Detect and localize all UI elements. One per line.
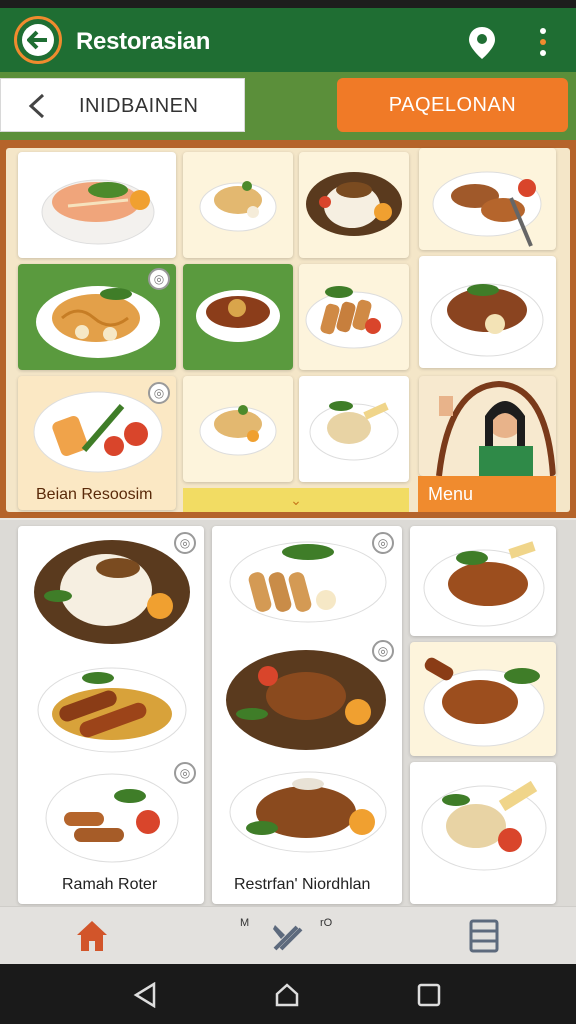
food-bowl-image [41,179,155,245]
app-title: Restorasian [76,28,211,55]
android-home-icon[interactable] [274,982,300,1008]
restaurant-label: Restrfan' Niordhlan [234,876,371,893]
back-arrow-icon [27,30,47,50]
food-card-1[interactable] [18,152,176,258]
camera-icon[interactable]: ◎ [372,532,394,554]
more-options-button[interactable] [536,28,550,58]
satay-plate-image [37,667,187,753]
fried-tofu-image [305,286,403,349]
food-card-3[interactable] [299,152,409,258]
tab-home[interactable] [32,907,152,965]
rice-plate-image [306,172,402,236]
search-field[interactable]: INIDBAINEN [0,78,245,132]
more-vert-icon [536,28,550,56]
food-card-10[interactable] [183,376,293,482]
search-text: INIDBAINEN [79,95,199,117]
food-card-11[interactable] [299,376,409,482]
chevron-down-icon: ⌄ [290,491,302,508]
camera-icon[interactable]: ◎ [148,268,170,290]
food-card-13[interactable] [410,642,556,756]
chef-card[interactable] [419,376,556,476]
food-card-5[interactable]: ◎ [18,264,176,370]
restaurant-card-middle[interactable]: ◎ ◎ Restrfan' Niordhlan [212,526,402,904]
camera-icon[interactable]: ◎ [372,640,394,662]
food-icon [273,925,303,951]
food-card-4[interactable] [419,148,556,250]
steamed-bun-image [309,401,399,461]
list-icon [469,919,499,953]
back-button[interactable] [14,16,62,64]
location-pin-icon [469,27,495,59]
food-card-14[interactable] [410,762,556,904]
grilled-chicken-image [432,171,542,247]
food-card-6[interactable] [183,264,293,370]
tab-food[interactable]: M rO [228,907,348,965]
food-card-7[interactable] [299,264,409,370]
food-card-2[interactable] [183,152,293,258]
steamed-dish-image [421,780,547,871]
location-button[interactable] [468,26,496,60]
soup-bowl-image [196,290,280,342]
android-recents-icon[interactable] [416,982,442,1008]
tab-list[interactable] [424,907,544,965]
card-label: Beian Resoosim [36,486,153,503]
roast-chicken-image [423,541,545,627]
stew-bowl-image [430,283,544,357]
android-back-icon[interactable] [132,982,158,1008]
chef-image [436,380,556,476]
food-card-12[interactable] [410,526,556,636]
system-nav-bar [0,964,576,1024]
food-card-8[interactable] [419,256,556,368]
status-bar [0,0,576,8]
camera-icon[interactable]: ◎ [148,382,170,404]
orange-action-button[interactable]: PAQELONAN [337,78,568,132]
expand-button[interactable]: ⌄ [183,488,409,512]
menu-button[interactable]: Menu [418,476,556,512]
rice-bowl-image [199,181,277,232]
rice-bowl-image [199,405,277,456]
restaurant-card-left[interactable]: ◎ ◎ Ramah Roter [18,526,204,904]
camera-icon[interactable]: ◎ [174,762,196,784]
food-card-9[interactable]: ◎ Beian Resoosim [18,376,176,510]
chicken-leg-image [423,657,545,747]
tab-small-label: M [240,917,250,929]
app-bar: Restorasian [0,8,576,72]
camera-icon[interactable]: ◎ [174,532,196,554]
tempeh-stir-fry-image [229,771,387,853]
home-icon [77,921,107,951]
restaurant-label: Ramah Roter [62,876,158,893]
tab-small-label: rO [320,917,333,929]
chevron-left-icon [28,93,45,119]
bottom-tab-bar: M rO [0,906,576,964]
